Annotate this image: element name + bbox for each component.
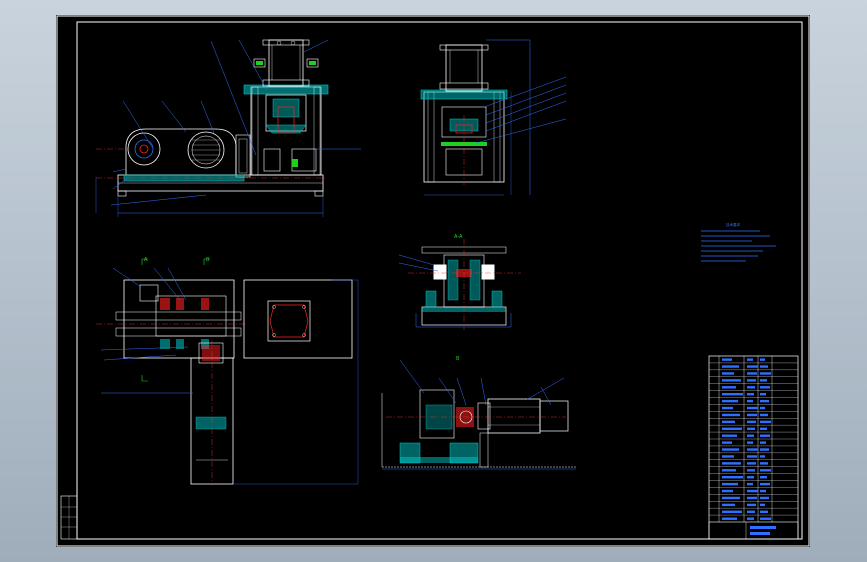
- parts-entry: [760, 503, 765, 507]
- parts-entry: [747, 427, 755, 431]
- parts-entry: [760, 482, 770, 486]
- cylinder-tag-left: [256, 61, 263, 65]
- parts-entry: [760, 469, 771, 472]
- motor-body: [487, 398, 541, 434]
- parts-entry: [722, 413, 740, 417]
- parts-entry: [760, 420, 771, 424]
- parts-entry: [747, 372, 757, 375]
- parts-entry: [760, 496, 769, 500]
- parts-entry: [722, 358, 732, 361]
- parts-entry: [747, 476, 754, 479]
- gearbox-housing: [125, 128, 237, 176]
- parts-entry: [760, 413, 768, 417]
- parts-entry: [760, 393, 766, 396]
- label-view-b: B: [206, 257, 210, 263]
- parts-entry: [747, 503, 756, 507]
- parts-entry: [722, 469, 736, 472]
- parts-entry: [722, 482, 738, 486]
- technical-notes: 技术要求: [701, 222, 776, 262]
- parts-entry: [747, 406, 758, 410]
- parts-entry: [760, 406, 765, 410]
- parts-entry: [747, 420, 756, 424]
- parts-entry: [760, 427, 767, 431]
- parts-entry: [760, 358, 765, 361]
- label-view-a: A: [144, 257, 148, 263]
- parts-entry: [747, 365, 758, 368]
- parts-entry: [722, 441, 732, 444]
- parts-entry: [722, 365, 739, 368]
- parts-entry: [760, 462, 768, 465]
- cylinder-tag-right: [309, 61, 316, 65]
- parts-entry: [722, 386, 736, 389]
- revision-block: [60, 495, 78, 540]
- parts-entry: [747, 413, 757, 417]
- parts-entry: [760, 455, 765, 458]
- parts-entry: [760, 476, 767, 479]
- parts-entry: [747, 399, 753, 403]
- parts-entry: [760, 517, 771, 520]
- parts-list: [708, 355, 799, 540]
- parts-entry: [722, 372, 734, 375]
- parts-entry: [747, 434, 754, 437]
- parts-entry: [747, 393, 754, 396]
- parts-entry: [747, 469, 755, 472]
- parts-entry: [760, 399, 769, 403]
- tech-notes-title: 技术要求: [726, 222, 740, 227]
- parts-entry: [747, 517, 754, 520]
- parts-entry: [722, 399, 738, 403]
- parts-entry: [722, 434, 737, 437]
- parts-entry: [722, 420, 735, 424]
- plan-press-table: [243, 279, 353, 359]
- parts-entry: [722, 393, 743, 396]
- tech-notes-lines: [701, 230, 776, 262]
- parts-entry: [760, 489, 766, 493]
- parts-entry: [747, 379, 756, 382]
- parts-entry: [747, 489, 758, 493]
- section-a-a-view: A-A: [398, 234, 521, 330]
- parts-entry: [722, 489, 733, 493]
- parts-entry: [760, 441, 766, 444]
- parts-entry: [722, 517, 737, 520]
- parts-entry: [760, 510, 768, 514]
- drawing-sheet: A B A-A B 技术要求: [56, 15, 810, 547]
- parts-entry: [760, 386, 770, 389]
- press-cylinder: [268, 39, 304, 87]
- parts-entry: [760, 448, 769, 451]
- parts-entry: [747, 510, 755, 514]
- parts-entry: [722, 448, 739, 451]
- section-b-view: B: [381, 356, 576, 470]
- cad-drawing: A B A-A B 技术要求: [56, 15, 810, 547]
- parts-entry: [747, 455, 757, 458]
- parts-entry: [722, 462, 741, 465]
- parts-entry: [722, 406, 733, 410]
- input-flange: [127, 132, 161, 166]
- parts-entry: [760, 372, 771, 375]
- parts-entry: [747, 462, 756, 465]
- title-block: [708, 521, 799, 540]
- parts-entry: [747, 386, 755, 389]
- plan-view: A B: [96, 257, 359, 485]
- parts-entry: [722, 503, 735, 507]
- parts-entry: [722, 455, 734, 458]
- label-section-aa: A-A: [454, 234, 463, 240]
- parts-entry: [747, 448, 758, 451]
- parts-entry: [747, 441, 753, 444]
- parts-entry: [722, 379, 741, 382]
- side-view: [420, 39, 567, 196]
- parts-entry: [760, 434, 770, 437]
- parts-entry: [760, 379, 767, 382]
- parts-entry: [747, 496, 757, 500]
- parts-entry: [760, 365, 768, 368]
- parts-entry: [722, 496, 740, 500]
- parts-entry: [722, 476, 743, 479]
- parts-entry: [722, 427, 742, 431]
- label-section-b: B: [456, 356, 460, 362]
- parts-entry: [747, 358, 753, 361]
- front-view: [95, 39, 361, 217]
- parts-entry: [747, 482, 753, 486]
- parts-entry: [722, 510, 742, 514]
